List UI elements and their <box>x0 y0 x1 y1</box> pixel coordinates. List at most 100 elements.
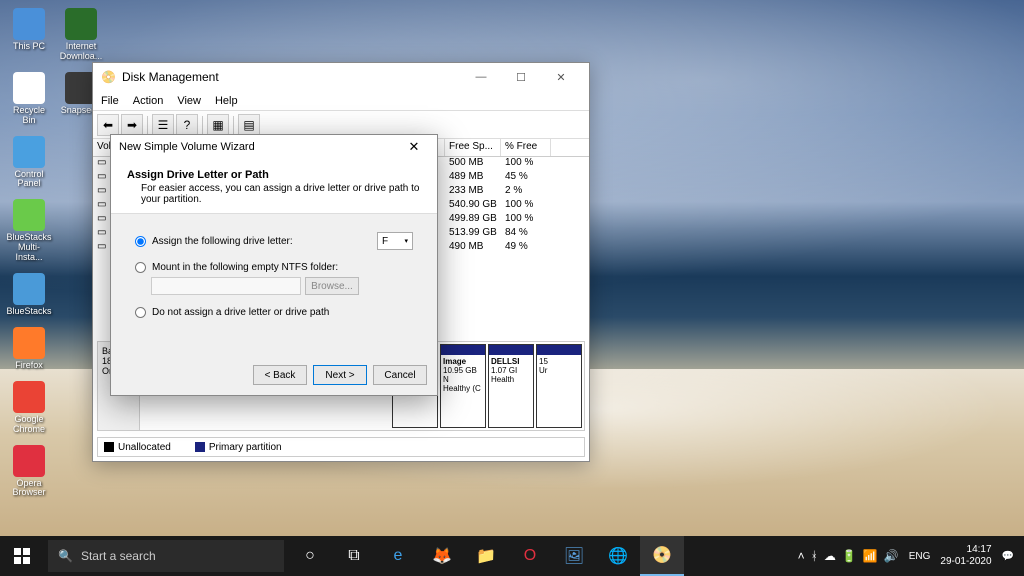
recycle-bin-icon <box>13 72 45 104</box>
wifi-icon[interactable]: 📶 <box>863 549 878 563</box>
firefox-icon <box>13 327 45 359</box>
search-icon: 🔍 <box>58 549 73 563</box>
desktop-icon-bluestacks[interactable]: BlueStacks <box>8 273 50 317</box>
wizard-titlebar[interactable]: New Simple Volume Wizard ✕ <box>111 135 437 159</box>
toolbar-btn-3[interactable]: ▤ <box>238 114 260 136</box>
chrome-icon <box>13 381 45 413</box>
desktop-icon-this-pc[interactable]: This PC <box>8 8 50 62</box>
desktop-icon-recycle-bin[interactable]: Recycle Bin <box>8 72 50 126</box>
bluetooth-icon[interactable]: ᚼ <box>811 549 818 563</box>
menu-help[interactable]: Help <box>215 95 238 107</box>
search-placeholder: Start a search <box>81 549 156 563</box>
volume-icon[interactable]: 🔊 <box>884 549 899 563</box>
toolbar-btn-1[interactable]: ☰ <box>152 114 174 136</box>
taskbar: 🔍 Start a search ○ ⧉ e 🦊 📁 O 🖼 🌐 📀 ˄ ᚼ ☁… <box>0 536 1024 576</box>
legend: Unallocated Primary partition <box>97 437 585 457</box>
bluestacks-multi-icon <box>13 199 45 231</box>
desktop-icon-firefox[interactable]: Firefox <box>8 327 50 371</box>
no-assign-label: Do not assign a drive letter or drive pa… <box>152 307 329 318</box>
partition[interactable]: Image10.95 GB NHealthy (C <box>440 344 486 428</box>
explorer-icon[interactable]: 📁 <box>464 536 508 576</box>
disk-icon: 📀 <box>101 70 116 84</box>
chevron-down-icon: ▾ <box>404 237 408 245</box>
edge-icon[interactable]: e <box>376 536 420 576</box>
next-button[interactable]: Next > <box>313 365 367 385</box>
menu-action[interactable]: Action <box>133 95 164 107</box>
assign-letter-radio[interactable] <box>135 236 146 247</box>
icon-label: Google Chrome <box>8 415 50 435</box>
desktop-icon-bluestacks-multi[interactable]: BlueStacks Multi-Insta... <box>8 199 50 263</box>
firefox-taskbar-icon[interactable]: 🦊 <box>420 536 464 576</box>
desktop-icon-idm[interactable]: Internet Downloa... <box>60 8 102 62</box>
legend-primary: Primary partition <box>209 442 282 453</box>
cancel-button[interactable]: Cancel <box>373 365 427 385</box>
wizard-close-button[interactable]: ✕ <box>399 139 429 155</box>
idm-icon <box>65 8 97 40</box>
desktop-icon-opera[interactable]: Opera Browser <box>8 445 50 499</box>
desktop-icons: This PCInternet Downloa...Recycle BinSna… <box>8 8 102 498</box>
back-button[interactable]: < Back <box>253 365 307 385</box>
refresh-button[interactable]: ? <box>176 114 198 136</box>
opera-taskbar-icon[interactable]: O <box>508 536 552 576</box>
cortana-icon[interactable]: ○ <box>288 536 332 576</box>
partition[interactable]: DELLSI1.07 GIHealth <box>488 344 534 428</box>
task-view-icon[interactable]: ⧉ <box>332 536 376 576</box>
assign-letter-label: Assign the following drive letter: <box>152 236 293 247</box>
partition[interactable]: 15Ur <box>536 344 582 428</box>
notifications-icon[interactable]: 💬 <box>1002 551 1014 562</box>
system-tray: ˄ ᚼ ☁ 🔋 📶 🔊 ENG 14:17 29-01-2020 💬 <box>788 544 1024 568</box>
icon-label: Recycle Bin <box>8 106 50 126</box>
new-simple-volume-wizard: New Simple Volume Wizard ✕ Assign Drive … <box>110 134 438 396</box>
column-header[interactable]: % Free <box>501 139 551 156</box>
disk-mgmt-taskbar-icon[interactable]: 📀 <box>640 536 684 576</box>
menu-view[interactable]: View <box>177 95 201 107</box>
icon-label: BlueStacks Multi-Insta... <box>6 233 51 263</box>
toolbar-btn-2[interactable]: ▦ <box>207 114 229 136</box>
close-button[interactable]: ✕ <box>541 63 581 91</box>
minimize-button[interactable]: — <box>461 63 501 91</box>
window-title: Disk Management <box>122 70 219 84</box>
browse-button[interactable]: Browse... <box>305 277 359 295</box>
window-titlebar[interactable]: 📀 Disk Management — ☐ ✕ <box>93 63 589 91</box>
icon-label: Control Panel <box>8 170 50 190</box>
wizard-title: New Simple Volume Wizard <box>119 141 255 153</box>
legend-unallocated: Unallocated <box>118 442 171 453</box>
icon-label: Opera Browser <box>8 479 50 499</box>
icon-label: This PC <box>13 42 45 52</box>
icon-label: Internet Downloa... <box>60 42 103 62</box>
no-assign-radio[interactable] <box>135 307 146 318</box>
start-button[interactable] <box>0 536 44 576</box>
wizard-heading: Assign Drive Letter or Path <box>127 169 421 181</box>
battery-icon[interactable]: 🔋 <box>842 549 857 563</box>
drive-letter-value: F <box>382 236 388 247</box>
mount-ntfs-radio[interactable] <box>135 262 146 273</box>
mount-ntfs-label: Mount in the following empty NTFS folder… <box>152 262 338 273</box>
search-box[interactable]: 🔍 Start a search <box>48 540 284 572</box>
time: 14:17 <box>940 544 991 556</box>
column-header[interactable]: Free Sp... <box>445 139 501 156</box>
icon-label: BlueStacks <box>6 307 51 317</box>
chrome-taskbar-icon[interactable]: 🌐 <box>596 536 640 576</box>
date: 29-01-2020 <box>940 556 991 568</box>
menu-bar: File Action View Help <box>93 91 589 111</box>
wizard-subheading: For easier access, you can assign a driv… <box>141 183 421 205</box>
maximize-button[interactable]: ☐ <box>501 63 541 91</box>
this-pc-icon <box>13 8 45 40</box>
drive-letter-select[interactable]: F ▾ <box>377 232 413 250</box>
desktop-icon-chrome[interactable]: Google Chrome <box>8 381 50 435</box>
bluestacks-icon <box>13 273 45 305</box>
onedrive-icon[interactable]: ☁ <box>824 549 836 563</box>
photos-icon[interactable]: 🖼 <box>552 536 596 576</box>
forward-button[interactable]: ➡ <box>121 114 143 136</box>
back-button[interactable]: ⬅ <box>97 114 119 136</box>
clock[interactable]: 14:17 29-01-2020 <box>940 544 991 568</box>
legend-primary-swatch <box>195 442 205 452</box>
legend-unallocated-swatch <box>104 442 114 452</box>
tray-chevron-icon[interactable]: ˄ <box>798 549 805 563</box>
ntfs-folder-input[interactable] <box>151 277 301 295</box>
language-indicator[interactable]: ENG <box>909 551 931 562</box>
windows-icon <box>14 548 30 564</box>
menu-file[interactable]: File <box>101 95 119 107</box>
desktop-icon-control-panel[interactable]: Control Panel <box>8 136 50 190</box>
control-panel-icon <box>13 136 45 168</box>
